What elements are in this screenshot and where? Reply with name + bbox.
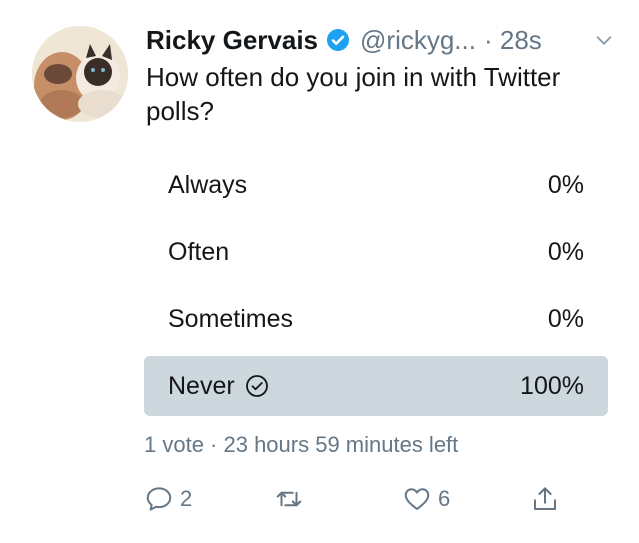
poll-option-label: Always	[168, 170, 248, 199]
check-circle-icon	[245, 375, 268, 397]
chevron-down-icon[interactable]	[593, 29, 615, 51]
like-count: 6	[438, 486, 451, 511]
reply-button[interactable]: 2	[144, 484, 192, 514]
poll-option-percent: 0%	[547, 170, 584, 199]
poll-option-percent: 0%	[547, 304, 584, 333]
poll-option-label: Often	[168, 237, 230, 266]
heart-icon	[404, 488, 430, 510]
tweet-timestamp[interactable]: · 28s	[484, 25, 542, 56]
tweet-text: How often do you join in with Twitter po…	[146, 62, 561, 126]
poll-option-percent: 100%	[520, 371, 584, 400]
retweet-icon	[276, 491, 302, 507]
poll: Always 0% Often 0% Sometimes 0% Never 10…	[144, 155, 608, 423]
poll-option-label: Never	[168, 371, 235, 400]
poll-meta: 1 vote · 23 hours 59 minutes left	[144, 432, 459, 457]
author-handle[interactable]: @rickyg...	[360, 25, 476, 56]
tweet-actions: 2 6	[144, 484, 584, 524]
author-name[interactable]: Ricky Gervais	[146, 25, 318, 56]
poll-option: Often 0%	[144, 222, 608, 282]
share-icon	[534, 487, 556, 510]
poll-option: Sometimes 0%	[144, 289, 608, 349]
poll-option-percent: 0%	[547, 237, 584, 266]
poll-option-winner: Never 100%	[144, 356, 608, 416]
poll-option-label: Sometimes	[168, 304, 294, 333]
poll-option: Always 0%	[144, 155, 608, 215]
retweet-button[interactable]	[274, 484, 310, 514]
share-button[interactable]	[530, 484, 560, 514]
verified-badge-icon	[327, 29, 350, 51]
avatar-image	[32, 26, 128, 122]
like-button[interactable]: 6	[402, 484, 450, 514]
avatar[interactable]	[32, 26, 128, 122]
reply-count: 2	[180, 486, 193, 511]
reply-icon	[146, 487, 172, 511]
tweet-header: Ricky Gervais @rickyg... · 28s	[146, 22, 619, 58]
